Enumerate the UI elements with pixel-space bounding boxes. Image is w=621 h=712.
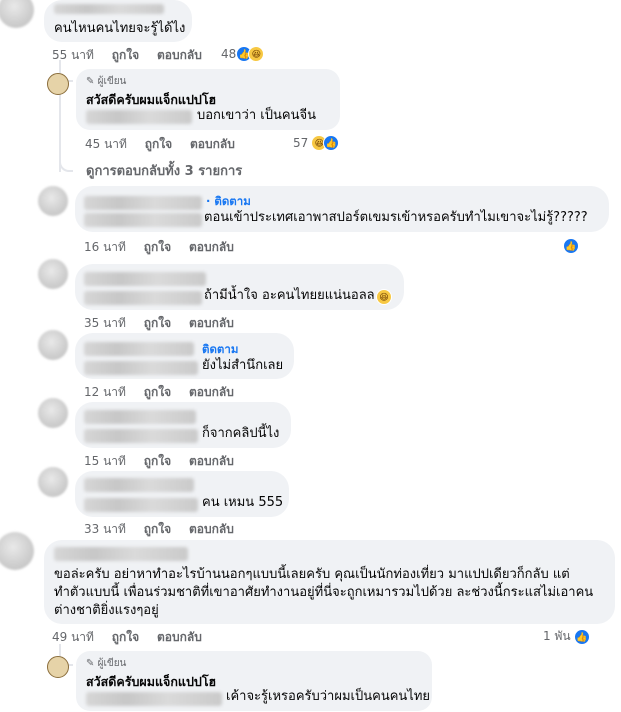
- comment-meta: 49 นาที ถูกใจ ตอบกลับ: [52, 628, 216, 647]
- blurred-text: [86, 110, 192, 124]
- reply-link[interactable]: ตอบกลับ: [189, 240, 234, 254]
- like-link[interactable]: ถูกใจ: [144, 240, 171, 254]
- like-link[interactable]: ถูกใจ: [144, 454, 171, 468]
- author-badge: ✎ ผู้เขียน: [86, 658, 127, 669]
- blurred-text: [84, 361, 198, 375]
- comment-text: ยังไม่สำนึกเลย: [202, 358, 284, 373]
- commenter-name-blurred[interactable]: [54, 4, 164, 14]
- commenter-name-blurred[interactable]: [54, 547, 188, 561]
- commenter-name-blurred[interactable]: [84, 410, 196, 424]
- reply-link[interactable]: ตอบกลับ: [189, 316, 234, 330]
- comment-meta: 33 นาที ถูกใจ ตอบกลับ: [84, 520, 248, 539]
- comment-time[interactable]: 49 นาที: [52, 630, 94, 644]
- reply-link[interactable]: ตอบกลับ: [157, 630, 202, 644]
- avatar[interactable]: [0, 0, 34, 28]
- like-link[interactable]: ถูกใจ: [145, 137, 172, 151]
- blurred-text: [84, 429, 198, 443]
- like-link[interactable]: ถูกใจ: [112, 630, 139, 644]
- commenter-name-blurred[interactable]: [84, 342, 194, 356]
- comment-time[interactable]: 16 นาที: [84, 240, 126, 254]
- comment-text: คนไหนคนไทยจะรู้ได้ไง: [54, 21, 186, 36]
- comment-text: ก็จากคลิปนี้ไง: [202, 426, 280, 441]
- comment-text: ถ้ามีน้ำใจ อะคนไทยยแน่นอลล: [204, 288, 375, 303]
- comment-meta: 15 นาที ถูกใจ ตอบกลับ: [84, 452, 248, 471]
- comment-time[interactable]: 45 นาที: [85, 137, 127, 151]
- blurred-text: [84, 291, 202, 305]
- avatar[interactable]: [0, 532, 34, 570]
- like-link[interactable]: ถูกใจ: [144, 385, 171, 399]
- author-badge: ✎ ผู้เขียน: [86, 76, 127, 87]
- comment-time[interactable]: 15 นาที: [84, 454, 126, 468]
- avatar[interactable]: [38, 467, 68, 497]
- haha-icon: 😆: [376, 289, 392, 305]
- comment-meta: 55 นาที ถูกใจ ตอบกลับ: [52, 46, 216, 65]
- author-avatar[interactable]: [47, 73, 69, 95]
- reaction-summary[interactable]: 57 😆 👍: [293, 135, 340, 151]
- like-link[interactable]: ถูกใจ: [112, 48, 139, 62]
- like-link[interactable]: ถูกใจ: [144, 522, 171, 536]
- comment-text: เค้าจะรู้เหรอครับว่าผมเป็นคนคนไทย: [226, 689, 431, 704]
- reaction-summary[interactable]: 48 👍 😆: [221, 46, 265, 62]
- comment-meta: 45 นาที ถูกใจ ตอบกลับ: [85, 135, 249, 154]
- pencil-icon: ✎: [86, 658, 95, 669]
- blurred-text: [84, 213, 202, 227]
- comment-time[interactable]: 12 นาที: [84, 385, 126, 399]
- comment-time[interactable]: 33 นาที: [84, 522, 126, 536]
- comment-text: บอกเขาว่า เป็นคนจีน: [197, 108, 316, 123]
- avatar[interactable]: [38, 186, 68, 216]
- comment-text: คน เหมน 555: [202, 495, 284, 510]
- commenter-name[interactable]: สวัสดีครับผมแจ็กแปปโฮ: [86, 673, 216, 691]
- commenter-name-blurred[interactable]: [84, 478, 194, 492]
- blurred-text: [86, 692, 222, 706]
- reaction-summary[interactable]: 1 พัน 👍: [543, 627, 590, 646]
- comment-time[interactable]: 35 นาที: [84, 316, 126, 330]
- comment-meta: 35 นาที ถูกใจ ตอบกลับ: [84, 314, 248, 333]
- commenter-name-blurred[interactable]: [84, 272, 206, 286]
- blurred-text: [84, 498, 198, 512]
- comment-text: ตอนเข้าประเทศเอาพาสปอร์ตเขมรเข้าหรอครับท…: [204, 210, 588, 225]
- comment-meta: 12 นาที ถูกใจ ตอบกลับ: [84, 383, 248, 402]
- avatar[interactable]: [38, 330, 68, 360]
- thread-connector: [59, 150, 73, 172]
- like-icon: 👍: [573, 628, 590, 645]
- reply-link[interactable]: ตอบกลับ: [157, 48, 202, 62]
- see-all-replies-link[interactable]: ดูการตอบกลับทั้ง 3 รายการ: [86, 160, 242, 181]
- comment-text: ขอล่ะครับ อย่าหาทำอะไรบ้านนอกๆแบบนี้เลยค…: [54, 567, 594, 618]
- haha-icon: 😆: [248, 46, 265, 62]
- reply-link[interactable]: ตอบกลับ: [189, 454, 234, 468]
- comment-meta: 16 นาที ถูกใจ ตอบกลับ: [84, 238, 248, 257]
- avatar[interactable]: [38, 259, 68, 289]
- reply-link[interactable]: ตอบกลับ: [190, 137, 235, 151]
- avatar[interactable]: [38, 398, 68, 428]
- like-icon: 👍: [323, 135, 340, 151]
- author-avatar[interactable]: [47, 656, 69, 678]
- commenter-name-blurred[interactable]: [84, 196, 202, 210]
- reply-link[interactable]: ตอบกลับ: [189, 522, 234, 536]
- reply-link[interactable]: ตอบกลับ: [189, 385, 234, 399]
- like-link[interactable]: ถูกใจ: [144, 316, 171, 330]
- pencil-icon: ✎: [86, 76, 95, 87]
- like-icon[interactable]: 👍: [563, 238, 579, 254]
